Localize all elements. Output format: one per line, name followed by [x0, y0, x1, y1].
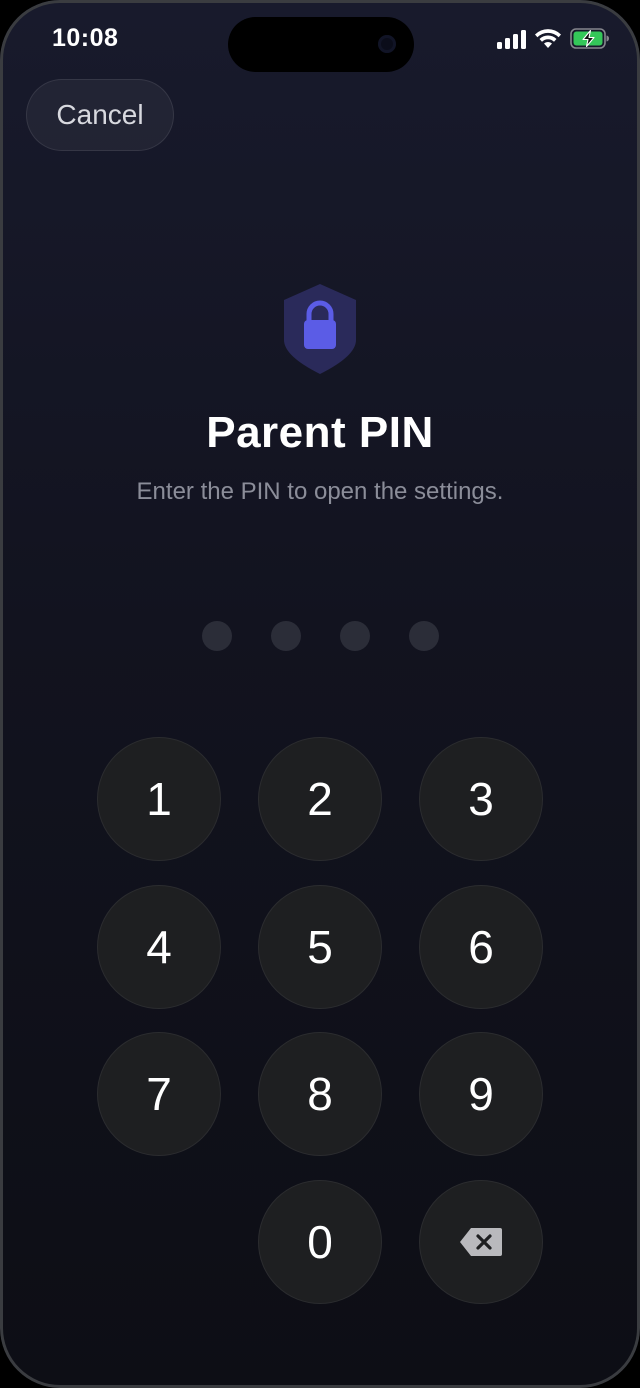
- pin-screen: 10:08 Cancel Parent PIN Enter the PIN to…: [0, 0, 640, 1388]
- status-indicators: [497, 28, 610, 49]
- keypad-key-1[interactable]: 1: [97, 737, 221, 861]
- keypad-key-6[interactable]: 6: [419, 885, 543, 1009]
- backspace-icon: [460, 1228, 502, 1256]
- page-title: Parent PIN: [206, 408, 434, 457]
- dynamic-island: [228, 17, 414, 72]
- keypad-key-9[interactable]: 9: [419, 1032, 543, 1156]
- keypad-key-4[interactable]: 4: [97, 885, 221, 1009]
- page-subtitle: Enter the PIN to open the settings.: [136, 478, 504, 505]
- keypad-key-8[interactable]: 8: [258, 1032, 382, 1156]
- cellular-signal-icon: [497, 29, 526, 49]
- pin-dot: [409, 621, 439, 651]
- backspace-button[interactable]: [419, 1180, 543, 1304]
- keypad-key-7[interactable]: 7: [97, 1032, 221, 1156]
- status-time: 10:08: [52, 24, 119, 52]
- pin-dot: [271, 621, 301, 651]
- front-camera: [378, 35, 396, 53]
- keypad-key-3[interactable]: 3: [419, 737, 543, 861]
- keypad-key-5[interactable]: 5: [258, 885, 382, 1009]
- cancel-button[interactable]: Cancel: [26, 79, 174, 151]
- keypad-key-0[interactable]: 0: [258, 1180, 382, 1304]
- battery-charging-icon: [570, 28, 609, 49]
- shield-lock-icon: [284, 284, 356, 374]
- pin-dot: [340, 621, 370, 651]
- keypad-key-2[interactable]: 2: [258, 737, 382, 861]
- pin-dot: [202, 621, 232, 651]
- wifi-icon: [535, 29, 561, 48]
